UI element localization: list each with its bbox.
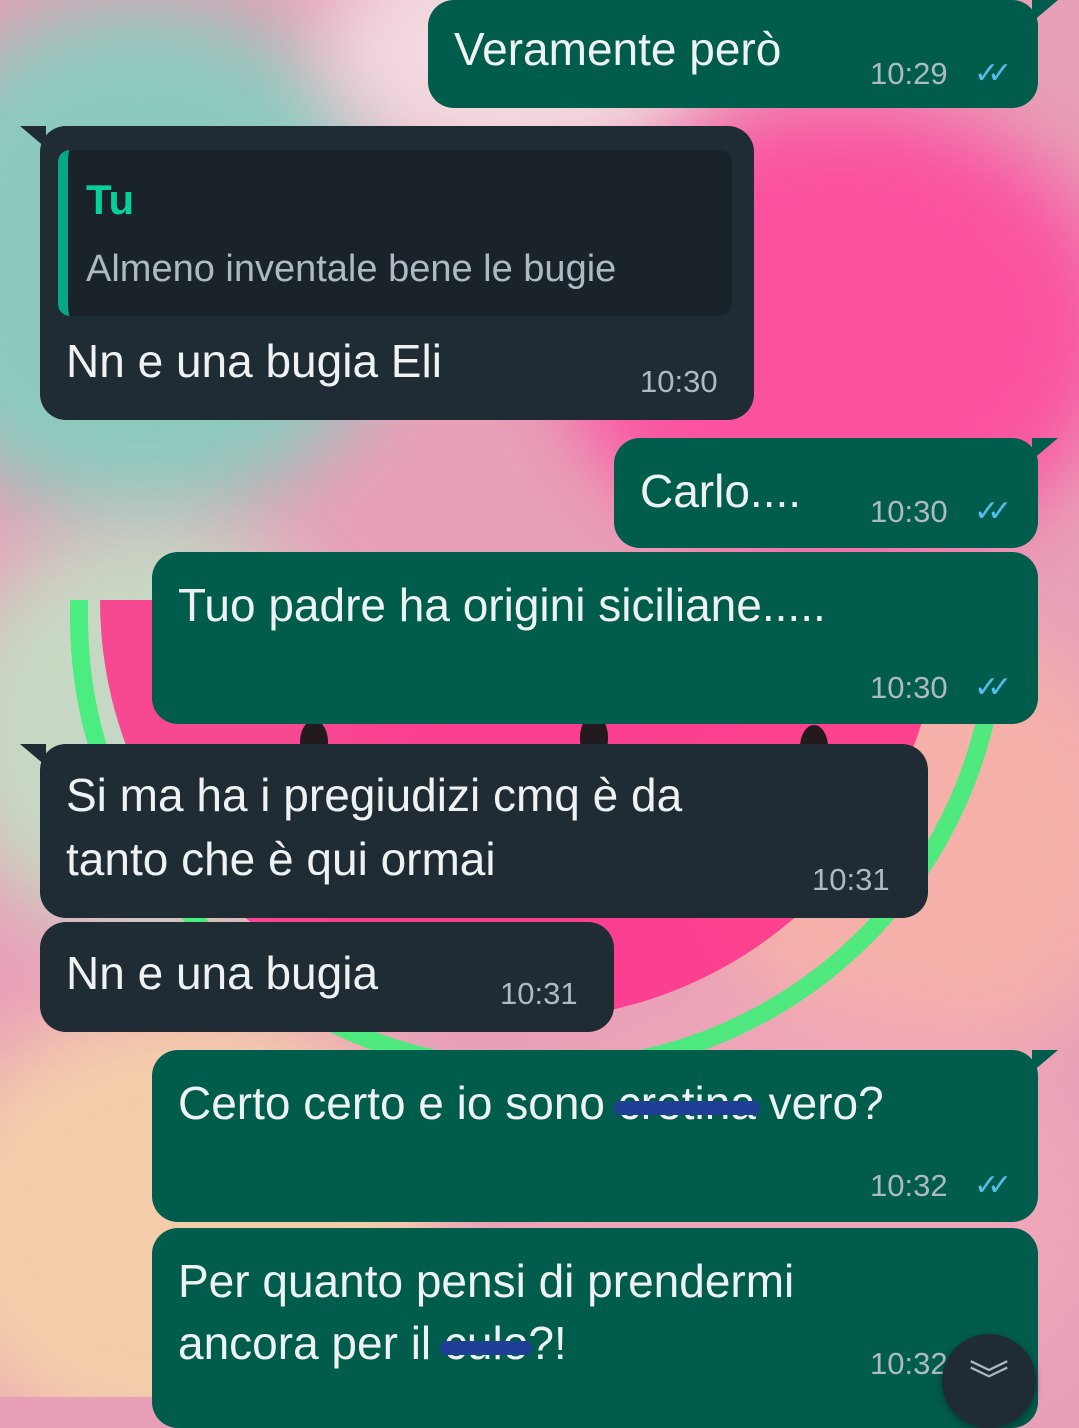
message-time: 10:29 xyxy=(870,56,948,91)
censored-word-scribble: cretina xyxy=(613,1072,760,1134)
message-text-line: tanto che è qui ormai xyxy=(66,833,496,885)
message-bubble-outgoing[interactable]: Per quanto pensi di prendermi ancora per… xyxy=(152,1228,1038,1428)
message-time: 10:31 xyxy=(812,862,890,897)
read-double-check-icon: ✓✓ xyxy=(974,495,1012,528)
message-bubble-outgoing[interactable]: Certo certo e io sono cretina vero? 10:3… xyxy=(152,1050,1058,1222)
message-bubble-incoming[interactable]: Tu Almeno inventale bene le bugie Nn e u… xyxy=(20,126,754,420)
message-bubble-outgoing[interactable]: Carlo.... 10:30 ✓✓ xyxy=(614,438,1058,548)
read-double-check-icon: ✓✓ xyxy=(974,1169,1012,1202)
scroll-to-bottom-button[interactable]: ︾ xyxy=(942,1334,1036,1428)
message-time: 10:30 xyxy=(640,364,718,399)
message-time: 10:32 xyxy=(870,1346,948,1381)
quoted-reply[interactable]: Tu Almeno inventale bene le bugie xyxy=(58,150,732,316)
chevron-double-down-icon: ︾ xyxy=(969,1359,1009,1403)
message-text-part: Certo certo e io sono xyxy=(178,1077,618,1129)
censored-word-scribble: culo xyxy=(439,1312,533,1374)
message-time: 10:32 xyxy=(870,1168,948,1203)
message-time: 10:30 xyxy=(870,670,948,705)
read-double-check-icon: ✓✓ xyxy=(974,671,1012,704)
quoted-reply-text: Almeno inventale bene le bugie xyxy=(86,248,617,290)
message-text-line: Si ma ha i pregiudizi cmq è da xyxy=(66,769,683,821)
read-double-check-icon: ✓✓ xyxy=(974,57,1012,90)
message-text: Nn e una bugia xyxy=(66,947,379,999)
message-bubble-outgoing[interactable]: Veramente però 10:29 ✓✓ xyxy=(428,0,1058,108)
message-text: Tuo padre ha origini siciliane..... xyxy=(178,579,826,631)
message-text: Veramente però xyxy=(454,23,782,75)
message-text: Certo certo e io sono cretina vero? xyxy=(178,1072,884,1134)
message-text-part: ?! xyxy=(528,1317,567,1369)
message-time: 10:30 xyxy=(870,494,948,529)
message-text-line: Per quanto pensi di prendermi xyxy=(178,1255,795,1307)
message-text: Carlo.... xyxy=(640,465,802,517)
message-text: Nn e una bugia Eli xyxy=(66,335,442,387)
message-bubble-incoming[interactable]: Nn e una bugia 10:31 xyxy=(40,922,614,1032)
quoted-reply-author: Tu xyxy=(86,176,135,223)
message-text-part: ancora per il xyxy=(178,1317,444,1369)
message-bubble-incoming[interactable]: Si ma ha i pregiudizi cmq è da tanto che… xyxy=(20,744,928,918)
message-bubble-outgoing[interactable]: Tuo padre ha origini siciliane..... 10:3… xyxy=(152,552,1038,724)
message-text-line: ancora per il culo?! xyxy=(178,1312,567,1374)
message-text-part: vero? xyxy=(755,1077,884,1129)
message-time: 10:31 xyxy=(500,976,578,1011)
